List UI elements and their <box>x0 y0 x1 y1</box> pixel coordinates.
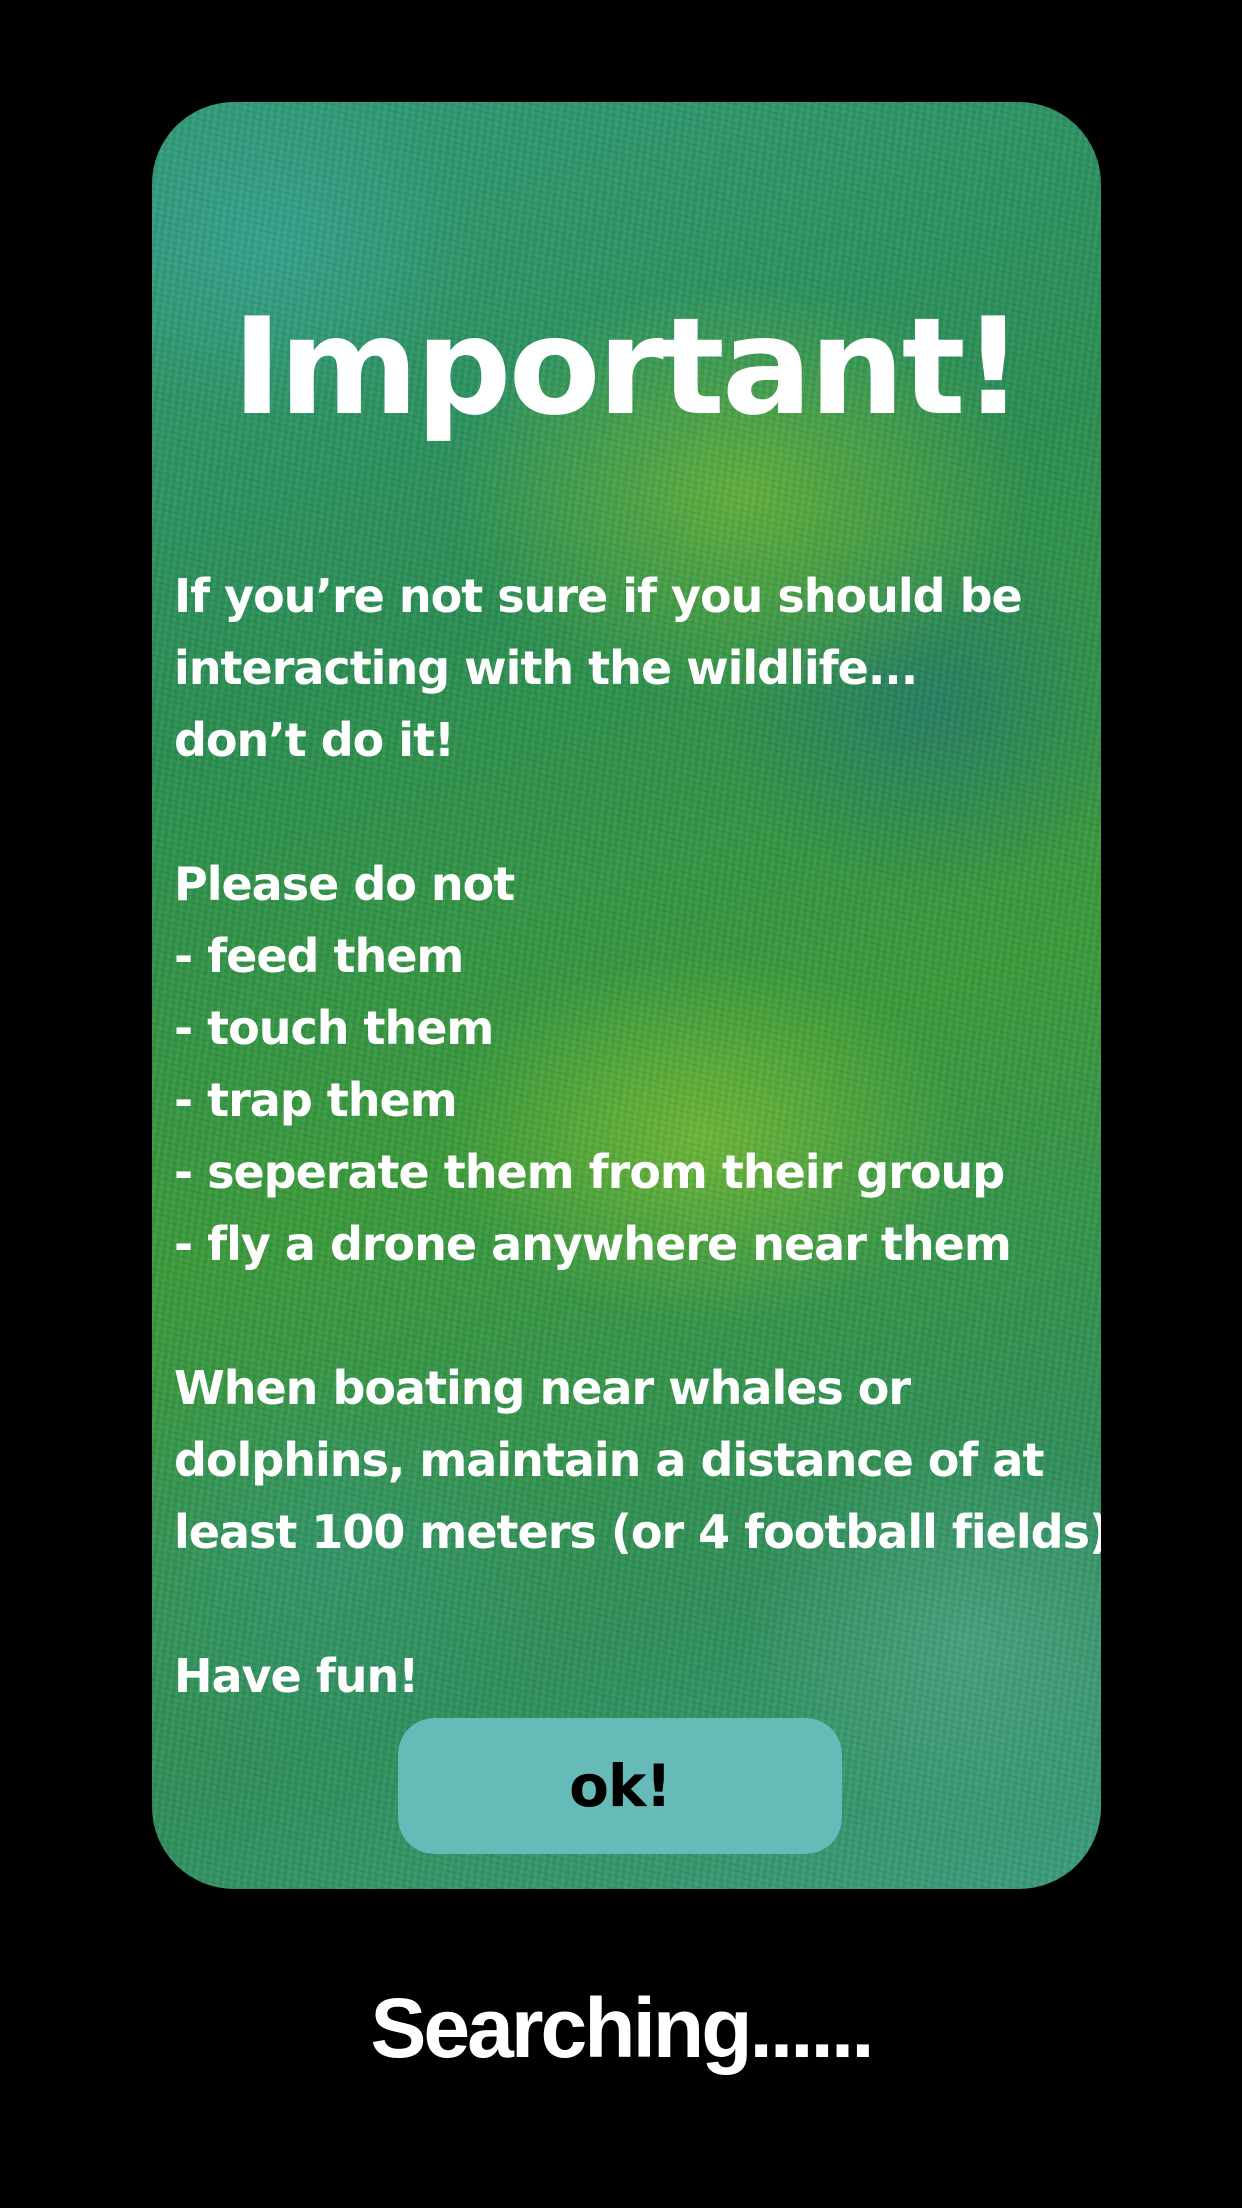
donts-item-separate: - seperate them from their group <box>174 1145 1005 1199</box>
donts-item-trap: - trap them <box>174 1073 458 1127</box>
closing-text: Have fun! <box>174 1649 419 1703</box>
donts-item-drone: - fly a drone anywhere near them <box>174 1217 1012 1271</box>
donts-heading: Please do not <box>174 857 515 911</box>
ok-button[interactable]: ok! <box>398 1718 842 1854</box>
boating-line-1: When boating near whales or <box>174 1361 911 1415</box>
donts-item-feed: - feed them <box>174 929 464 983</box>
searching-status: Searching...... <box>370 1981 874 2075</box>
boating-line-3: least 100 meters (or 4 football fields) <box>174 1505 1101 1559</box>
intro-line-3: don’t do it! <box>174 713 455 767</box>
intro-line-1: If you’re not sure if you should be <box>174 569 1023 623</box>
intro-line-2: interacting with the wildlife... <box>174 641 918 695</box>
dialog-body: If you’re not sure if you should be inte… <box>174 560 1101 1712</box>
dialog-title: Important! <box>232 289 1024 445</box>
donts-item-touch: - touch them <box>174 1001 494 1055</box>
boating-line-2: dolphins, maintain a distance of at <box>174 1433 1044 1487</box>
warning-dialog: Important! If you’re not sure if you sho… <box>152 102 1101 1889</box>
